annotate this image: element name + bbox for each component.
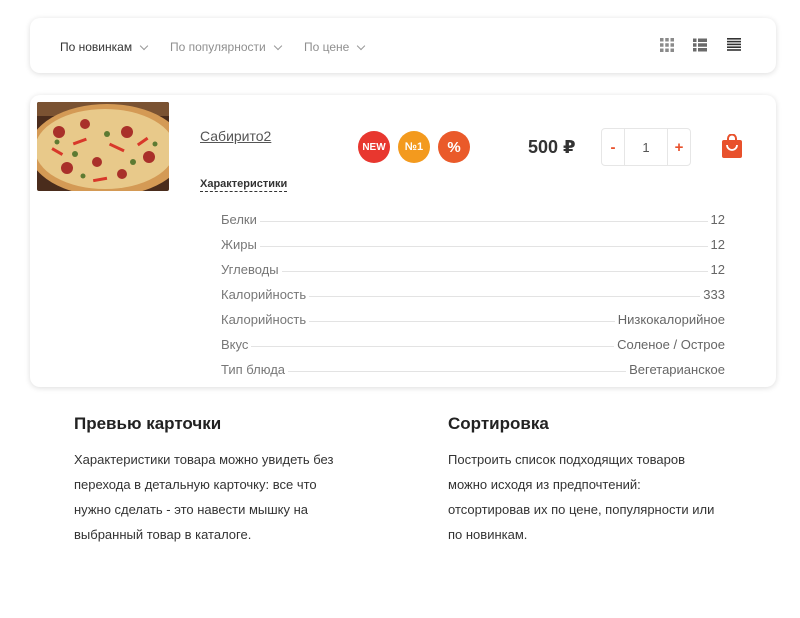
table-view-icon[interactable]	[726, 37, 742, 53]
leader-line	[259, 221, 708, 222]
characteristic-name: Тип блюда	[221, 362, 286, 377]
sort-by-new[interactable]: По новинкам	[60, 40, 149, 54]
preview-description: Характеристики товара можно увидеть без …	[74, 452, 334, 542]
characteristic-value: Низкокалорийное	[617, 312, 725, 327]
characteristic-value: 333	[703, 287, 725, 302]
product-price: 500 ₽	[528, 137, 576, 157]
quantity-input[interactable]: 1	[624, 129, 668, 165]
leader-line	[309, 296, 701, 297]
characteristic-name: Углеводы	[221, 262, 279, 277]
product-image[interactable]	[37, 102, 169, 191]
characteristic-row: Калорийность 333	[221, 277, 725, 302]
sort-label: По популярности	[170, 40, 266, 54]
characteristic-value: Соленое / Острое	[617, 337, 725, 352]
sort-by-price[interactable]: По цене	[304, 40, 366, 54]
characteristic-row: Белки 12	[221, 202, 725, 227]
characteristic-value: 12	[710, 212, 725, 227]
leader-line	[309, 321, 615, 322]
sorting-description: Построить список подходящих товаров можн…	[448, 452, 715, 542]
quantity-stepper: - 1 +	[601, 128, 691, 166]
sort-label: По новинкам	[60, 40, 133, 54]
characteristic-row: Калорийность Низкокалорийное	[221, 302, 725, 327]
sort-label: По цене	[304, 40, 350, 54]
leader-line	[251, 346, 615, 347]
badge-label: %	[447, 138, 461, 156]
leader-line	[281, 271, 708, 272]
top-badge: №1	[398, 131, 430, 163]
characteristic-row: Вкус Соленое / Острое	[221, 327, 725, 352]
preview-title: Превью карточки	[74, 414, 222, 433]
product-card: Сабирито2 NEW №1 % 500 ₽ - 1 + Характери…	[30, 95, 776, 387]
characteristic-row: Углеводы 12	[221, 252, 725, 277]
characteristic-value: 12	[710, 237, 725, 252]
chevron-down-icon	[357, 41, 366, 50]
badge-label: NEW	[362, 141, 386, 153]
characteristic-value: 12	[710, 262, 725, 277]
decrease-button[interactable]: -	[602, 129, 624, 165]
leader-line	[288, 371, 627, 372]
sort-bar: По новинкам По популярности По цене	[30, 18, 776, 73]
sorting-title: Сортировка	[448, 414, 549, 433]
add-to-cart-bag-icon[interactable]	[722, 134, 742, 158]
characteristic-name: Калорийность	[221, 287, 307, 302]
characteristic-name: Белки	[221, 212, 257, 227]
chevron-down-icon	[139, 41, 149, 50]
tile-view-icon[interactable]	[659, 37, 675, 53]
increase-button[interactable]: +	[668, 129, 690, 165]
characteristic-row: Жиры 12	[221, 227, 725, 252]
characteristics-list: Белки 12 Жиры 12 Углеводы 12 Калорийност…	[221, 202, 725, 377]
characteristic-name: Калорийность	[221, 312, 307, 327]
chevron-down-icon	[273, 41, 282, 50]
sort-by-popularity[interactable]: По популярности	[170, 40, 282, 54]
product-name-link[interactable]: Сабирито2	[200, 128, 271, 144]
discount-badge: %	[438, 131, 470, 163]
characteristic-name: Жиры	[221, 237, 257, 252]
characteristic-value: Вегетарианское	[629, 362, 725, 377]
new-badge: NEW	[358, 131, 390, 163]
characteristics-toggle[interactable]: Характеристики	[200, 178, 288, 192]
characteristic-row: Тип блюда Вегетарианское	[221, 352, 725, 377]
leader-line	[259, 246, 708, 247]
list-view-icon[interactable]	[692, 37, 708, 53]
badge-label: №1	[404, 141, 424, 153]
characteristic-name: Вкус	[221, 337, 249, 352]
